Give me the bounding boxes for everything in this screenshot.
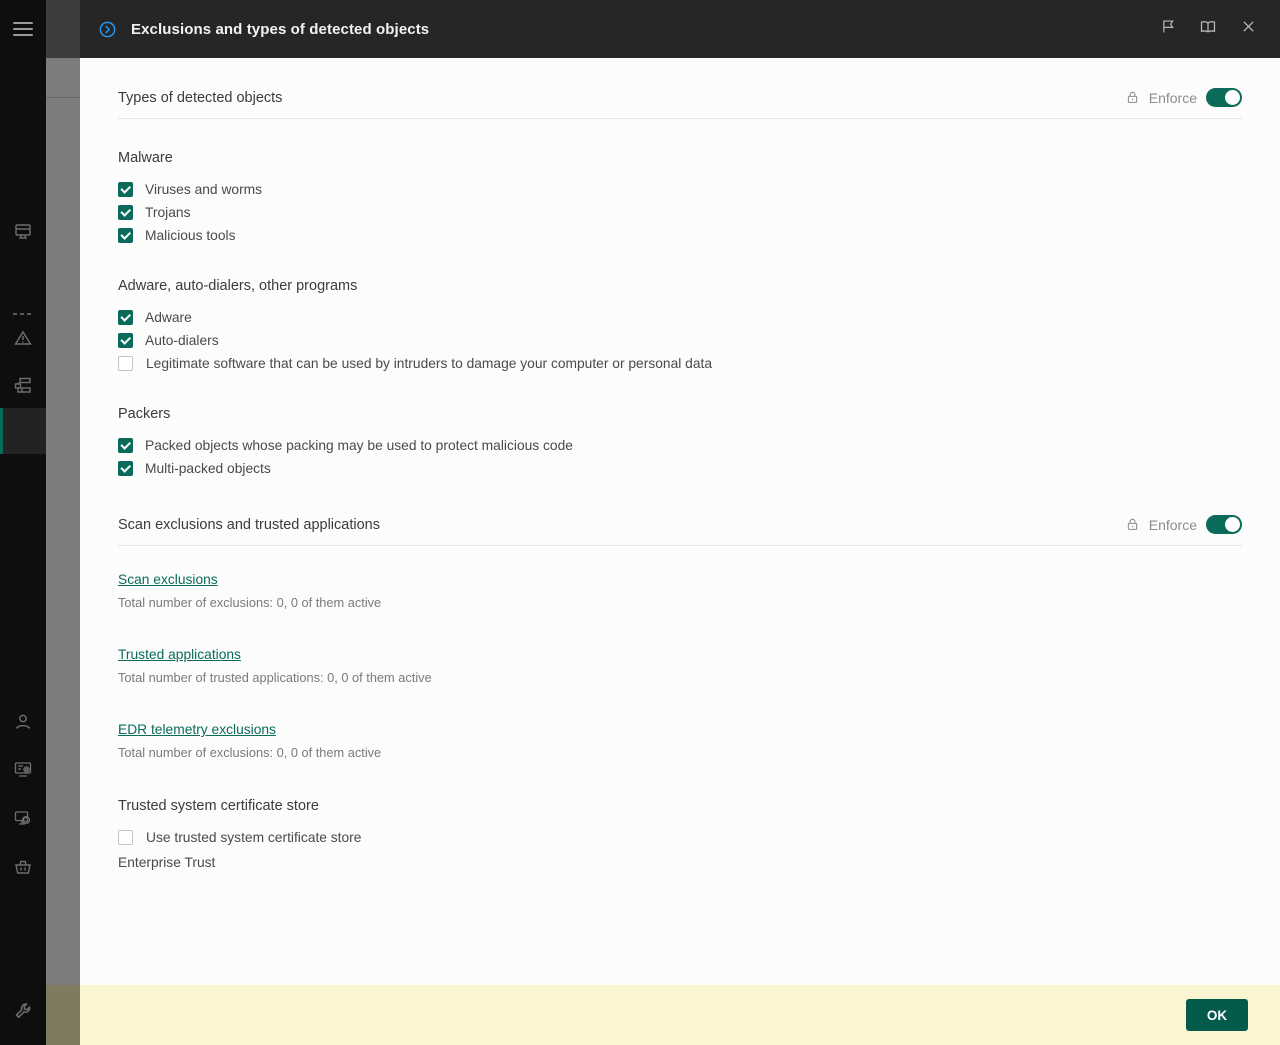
checkbox-label: Adware (145, 310, 192, 325)
link-block-edr-telemetry-exclusions: EDR telemetry exclusions Total number of… (118, 721, 1242, 760)
hamburger-menu-icon (13, 18, 33, 40)
lock-icon (1125, 517, 1140, 532)
sidebar-item-policies-selected[interactable] (0, 408, 46, 454)
hamburger-menu-button[interactable] (0, 0, 46, 58)
checkbox-auto-dialers[interactable] (118, 333, 133, 348)
chevron-circle-right-icon (98, 20, 117, 39)
form-gear-icon (13, 759, 33, 779)
checkbox-packed-objects[interactable] (118, 438, 133, 453)
book-icon (1199, 18, 1217, 41)
close-button[interactable] (1228, 9, 1268, 49)
enforce-label: Enforce (1148, 516, 1197, 533)
certificate-store-value: Enterprise Trust (118, 855, 216, 870)
enforce-control-detected-objects: Enforce (1125, 88, 1242, 107)
dialog-content: Types of detected objects Enforce Malwar… (80, 58, 1280, 870)
link-subtext: Total number of exclusions: 0, 0 of them… (118, 745, 382, 760)
sidebar-item-device-tree[interactable] (0, 363, 46, 409)
checkbox-multi-packed-objects[interactable] (118, 461, 133, 476)
checkbox-row-legitimate-software[interactable]: Legitimate software that can be used by … (118, 352, 1242, 375)
sidebar-item-account[interactable] (0, 1038, 46, 1045)
checkbox-label: Malicious tools (145, 228, 236, 243)
page-title: Exclusions and types of detected objects (131, 20, 430, 38)
toggle-knob (1225, 517, 1240, 532)
dashboard-icon (13, 221, 33, 241)
group-title-adware: Adware, auto-dialers, other programs (118, 278, 358, 294)
checkbox-row-adware[interactable]: Adware (118, 306, 1242, 329)
sidebar-item-tools[interactable] (0, 988, 46, 1034)
scrim-divider (46, 97, 80, 98)
section-header-exclusions: Scan exclusions and trusted applications… (118, 515, 1242, 546)
monitor-search-icon (13, 808, 33, 828)
sidebar-item-users[interactable] (0, 699, 46, 745)
wrench-icon (13, 1001, 33, 1021)
checkbox-label: Auto-dialers (145, 333, 219, 348)
sidebar-item-dashboard[interactable] (0, 208, 46, 254)
basket-icon (13, 857, 33, 877)
warning-triangle-icon (13, 328, 33, 348)
dialog-title-bar: Exclusions and types of detected objects (80, 0, 1280, 58)
group-title-certificate-store: Trusted system certificate store (118, 798, 319, 814)
group-title-packers: Packers (118, 406, 171, 422)
modal-scrim (46, 0, 80, 1045)
flag-icon (1160, 18, 1177, 40)
left-navigation-rail (0, 0, 46, 1045)
ok-button[interactable]: OK (1186, 999, 1248, 1031)
checkbox-label: Legitimate software that can be used by … (146, 356, 712, 371)
checkbox-row-trojans[interactable]: Trojans (118, 201, 1242, 224)
lock-icon (1125, 90, 1140, 105)
checkbox-row-multi-packed-objects[interactable]: Multi-packed objects (118, 457, 1242, 480)
checkbox-row-viruses-and-worms[interactable]: Viruses and worms (118, 178, 1242, 201)
checkbox-label: Packed objects whose packing may be used… (145, 438, 573, 453)
enforce-label: Enforce (1148, 89, 1197, 106)
link-subtext: Total number of trusted applications: 0,… (118, 670, 432, 685)
checkbox-label: Use trusted system certificate store (146, 830, 362, 845)
sidebar-item-tasks[interactable] (0, 746, 46, 792)
scrim-subheader-block (46, 58, 80, 98)
link-block-trusted-applications: Trusted applications Total number of tru… (118, 646, 1242, 685)
checkbox-label: Multi-packed objects (145, 461, 271, 476)
dialog-body: Types of detected objects Enforce Malwar… (80, 58, 1280, 985)
sidebar-item-discovery[interactable] (0, 795, 46, 841)
link-edr-telemetry-exclusions[interactable]: EDR telemetry exclusions (118, 722, 276, 737)
checkbox-malicious-tools[interactable] (118, 228, 133, 243)
checkbox-row-packed-objects[interactable]: Packed objects whose packing may be used… (118, 434, 1242, 457)
checkbox-row-use-trusted-certificate-store[interactable]: Use trusted system certificate store (118, 826, 1242, 849)
sidebar-item-marketplace[interactable] (0, 844, 46, 890)
sidebar-item-alerts[interactable] (0, 315, 46, 361)
checkbox-legitimate-software[interactable] (118, 356, 133, 371)
checkbox-row-malicious-tools[interactable]: Malicious tools (118, 224, 1242, 247)
checkbox-use-trusted-certificate-store[interactable] (118, 830, 133, 845)
link-subtext: Total number of exclusions: 0, 0 of them… (118, 595, 382, 610)
checkbox-viruses-and-worms[interactable] (118, 182, 133, 197)
section-header-detected-objects: Types of detected objects Enforce (118, 88, 1242, 119)
flag-button[interactable] (1148, 9, 1188, 49)
checkbox-label: Viruses and worms (145, 182, 263, 197)
group-title-malware: Malware (118, 150, 173, 166)
application-window: Exclusions and types of detected objects (0, 0, 1280, 1045)
title-bar-actions (1148, 9, 1280, 49)
link-trusted-applications[interactable]: Trusted applications (118, 647, 241, 662)
toggle-knob (1225, 90, 1240, 105)
link-scan-exclusions[interactable]: Scan exclusions (118, 572, 218, 587)
user-icon (13, 712, 33, 732)
checkbox-row-auto-dialers[interactable]: Auto-dialers (118, 329, 1242, 352)
hierarchy-tree-icon (13, 376, 33, 396)
enforce-toggle-detected-objects[interactable] (1206, 88, 1242, 107)
help-button[interactable] (1188, 9, 1228, 49)
section-title: Scan exclusions and trusted applications (118, 516, 380, 533)
enforce-toggle-exclusions[interactable] (1206, 515, 1242, 534)
rail-icon-list (0, 58, 46, 1045)
checkbox-adware[interactable] (118, 310, 133, 325)
close-icon (1240, 18, 1257, 40)
enforce-control-exclusions: Enforce (1125, 515, 1242, 534)
dialog-footer: OK (80, 985, 1280, 1045)
checkbox-trojans[interactable] (118, 205, 133, 220)
checkbox-label: Trojans (145, 205, 191, 220)
scrim-header-block (46, 0, 80, 58)
link-block-scan-exclusions: Scan exclusions Total number of exclusio… (118, 571, 1242, 610)
section-title: Types of detected objects (118, 89, 283, 106)
scrim-footer-block (46, 985, 80, 1045)
